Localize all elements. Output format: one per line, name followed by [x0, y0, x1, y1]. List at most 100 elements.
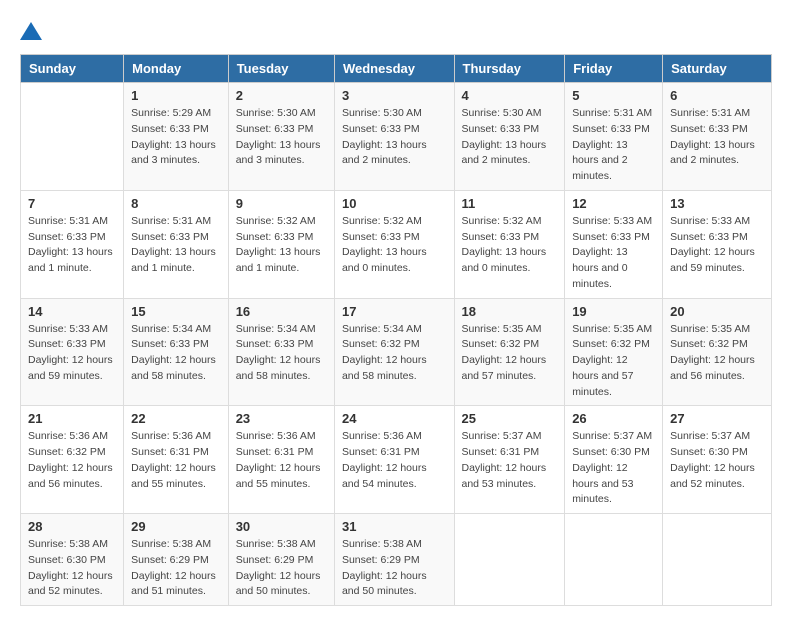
calendar-header-wednesday: Wednesday: [334, 55, 454, 83]
day-number: 11: [462, 196, 558, 211]
day-detail: Sunrise: 5:30 AMSunset: 6:33 PMDaylight:…: [236, 106, 327, 169]
calendar-cell: 27 Sunrise: 5:37 AMSunset: 6:30 PMDayligh…: [663, 406, 772, 514]
calendar-cell: 20Sunrise: 5:35 AMSunset: 6:32 PMDayligh…: [663, 298, 772, 406]
calendar-header-saturday: Saturday: [663, 55, 772, 83]
day-detail: Sunrise: 5:36 AMSunset: 6:31 PMDaylight:…: [342, 429, 447, 492]
calendar-cell: 24 Sunrise: 5:36 AMSunset: 6:31 PMDayligh…: [334, 406, 454, 514]
calendar-cell: 6 Sunrise: 5:31 AMSunset: 6:33 PMDaylight…: [663, 83, 772, 191]
day-detail: Sunrise: 5:31 AMSunset: 6:33 PMDaylight:…: [572, 106, 655, 185]
calendar-header-friday: Friday: [565, 55, 663, 83]
day-detail: Sunrise: 5:38 AMSunset: 6:29 PMDaylight:…: [131, 537, 221, 600]
day-detail: Sunrise: 5:34 AMSunset: 6:33 PMDaylight:…: [236, 322, 327, 385]
day-number: 2: [236, 88, 327, 103]
day-number: 1: [131, 88, 221, 103]
day-detail: Sunrise: 5:32 AMSunset: 6:33 PMDaylight:…: [342, 214, 447, 277]
day-number: 8: [131, 196, 221, 211]
calendar-week-row: 7 Sunrise: 5:31 AMSunset: 6:33 PMDaylight…: [21, 190, 772, 298]
calendar-week-row: 14 Sunrise: 5:33 AMSunset: 6:33 PMDayligh…: [21, 298, 772, 406]
calendar-header-row: SundayMondayTuesdayWednesdayThursdayFrid…: [21, 55, 772, 83]
calendar-cell: 25 Sunrise: 5:37 AMSunset: 6:31 PMDayligh…: [454, 406, 565, 514]
calendar-cell: 9Sunrise: 5:32 AMSunset: 6:33 PMDaylight…: [228, 190, 334, 298]
day-number: 27: [670, 411, 764, 426]
calendar-cell: 28 Sunrise: 5:38 AMSunset: 6:30 PMDayligh…: [21, 514, 124, 606]
day-detail: Sunrise: 5:38 AMSunset: 6:29 PMDaylight:…: [342, 537, 447, 600]
day-number: 24: [342, 411, 447, 426]
calendar-cell: 31 Sunrise: 5:38 AMSunset: 6:29 PMDayligh…: [334, 514, 454, 606]
day-number: 30: [236, 519, 327, 534]
calendar-cell: 13Sunrise: 5:33 AMSunset: 6:33 PMDayligh…: [663, 190, 772, 298]
header: [20, 20, 772, 38]
day-detail: Sunrise: 5:34 AMSunset: 6:33 PMDaylight:…: [131, 322, 221, 385]
calendar-week-row: 28 Sunrise: 5:38 AMSunset: 6:30 PMDayligh…: [21, 514, 772, 606]
day-number: 25: [462, 411, 558, 426]
day-number: 10: [342, 196, 447, 211]
day-detail: Sunrise: 5:31 AMSunset: 6:33 PMDaylight:…: [131, 214, 221, 277]
calendar-cell: [663, 514, 772, 606]
calendar-header-sunday: Sunday: [21, 55, 124, 83]
calendar-cell: [21, 83, 124, 191]
calendar-cell: 1 Sunrise: 5:29 AMSunset: 6:33 PMDaylight…: [124, 83, 229, 191]
day-detail: Sunrise: 5:37 AMSunset: 6:30 PMDaylight:…: [670, 429, 764, 492]
day-number: 22: [131, 411, 221, 426]
calendar-cell: 18Sunrise: 5:35 AMSunset: 6:32 PMDayligh…: [454, 298, 565, 406]
calendar-cell: 8 Sunrise: 5:31 AMSunset: 6:33 PMDaylight…: [124, 190, 229, 298]
calendar-header-tuesday: Tuesday: [228, 55, 334, 83]
calendar-cell: 2 Sunrise: 5:30 AMSunset: 6:33 PMDaylight…: [228, 83, 334, 191]
calendar-cell: 22 Sunrise: 5:36 AMSunset: 6:31 PMDayligh…: [124, 406, 229, 514]
day-number: 21: [28, 411, 116, 426]
day-detail: Sunrise: 5:33 AMSunset: 6:33 PMDaylight:…: [28, 322, 116, 385]
day-number: 16: [236, 304, 327, 319]
calendar-cell: 14 Sunrise: 5:33 AMSunset: 6:33 PMDayligh…: [21, 298, 124, 406]
day-detail: Sunrise: 5:30 AMSunset: 6:33 PMDaylight:…: [342, 106, 447, 169]
calendar-cell: 7Sunrise: 5:31 AMSunset: 6:33 PMDaylight…: [21, 190, 124, 298]
calendar-table: SundayMondayTuesdayWednesdayThursdayFrid…: [20, 54, 772, 606]
day-detail: Sunrise: 5:32 AMSunset: 6:33 PMDaylight:…: [236, 214, 327, 277]
day-number: 29: [131, 519, 221, 534]
day-number: 15: [131, 304, 221, 319]
calendar-body: 1 Sunrise: 5:29 AMSunset: 6:33 PMDaylight…: [21, 83, 772, 606]
calendar-cell: 26 Sunrise: 5:37 AMSunset: 6:30 PMDayligh…: [565, 406, 663, 514]
calendar-header-monday: Monday: [124, 55, 229, 83]
day-number: 18: [462, 304, 558, 319]
calendar-cell: 12Sunrise: 5:33 AMSunset: 6:33 PMDayligh…: [565, 190, 663, 298]
day-number: 14: [28, 304, 116, 319]
day-detail: Sunrise: 5:37 AMSunset: 6:30 PMDaylight:…: [572, 429, 655, 508]
day-detail: Sunrise: 5:30 AMSunset: 6:33 PMDaylight:…: [462, 106, 558, 169]
day-number: 26: [572, 411, 655, 426]
calendar-week-row: 21Sunrise: 5:36 AMSunset: 6:32 PMDayligh…: [21, 406, 772, 514]
day-number: 6: [670, 88, 764, 103]
calendar-cell: 5 Sunrise: 5:31 AMSunset: 6:33 PMDaylight…: [565, 83, 663, 191]
day-number: 28: [28, 519, 116, 534]
calendar-cell: 19Sunrise: 5:35 AMSunset: 6:32 PMDayligh…: [565, 298, 663, 406]
logo: [20, 20, 42, 38]
calendar-cell: [454, 514, 565, 606]
day-number: 17: [342, 304, 447, 319]
day-detail: Sunrise: 5:31 AMSunset: 6:33 PMDaylight:…: [670, 106, 764, 169]
day-number: 13: [670, 196, 764, 211]
day-detail: Sunrise: 5:36 AMSunset: 6:31 PMDaylight:…: [236, 429, 327, 492]
calendar-cell: 23 Sunrise: 5:36 AMSunset: 6:31 PMDayligh…: [228, 406, 334, 514]
day-detail: Sunrise: 5:37 AMSunset: 6:31 PMDaylight:…: [462, 429, 558, 492]
day-detail: Sunrise: 5:36 AMSunset: 6:31 PMDaylight:…: [131, 429, 221, 492]
day-number: 5: [572, 88, 655, 103]
day-detail: Sunrise: 5:38 AMSunset: 6:30 PMDaylight:…: [28, 537, 116, 600]
day-number: 23: [236, 411, 327, 426]
day-number: 20: [670, 304, 764, 319]
calendar-week-row: 1 Sunrise: 5:29 AMSunset: 6:33 PMDaylight…: [21, 83, 772, 191]
calendar-cell: 17 Sunrise: 5:34 AMSunset: 6:32 PMDayligh…: [334, 298, 454, 406]
day-detail: Sunrise: 5:32 AMSunset: 6:33 PMDaylight:…: [462, 214, 558, 277]
day-detail: Sunrise: 5:34 AMSunset: 6:32 PMDaylight:…: [342, 322, 447, 385]
calendar-cell: 29 Sunrise: 5:38 AMSunset: 6:29 PMDayligh…: [124, 514, 229, 606]
calendar-cell: [565, 514, 663, 606]
day-number: 7: [28, 196, 116, 211]
calendar-header-thursday: Thursday: [454, 55, 565, 83]
day-detail: Sunrise: 5:38 AMSunset: 6:29 PMDaylight:…: [236, 537, 327, 600]
logo-triangle-icon: [20, 20, 42, 42]
calendar-cell: 21Sunrise: 5:36 AMSunset: 6:32 PMDayligh…: [21, 406, 124, 514]
day-number: 19: [572, 304, 655, 319]
calendar-cell: 4Sunrise: 5:30 AMSunset: 6:33 PMDaylight…: [454, 83, 565, 191]
calendar-cell: 15 Sunrise: 5:34 AMSunset: 6:33 PMDayligh…: [124, 298, 229, 406]
day-number: 31: [342, 519, 447, 534]
day-number: 12: [572, 196, 655, 211]
day-detail: Sunrise: 5:29 AMSunset: 6:33 PMDaylight:…: [131, 106, 221, 169]
